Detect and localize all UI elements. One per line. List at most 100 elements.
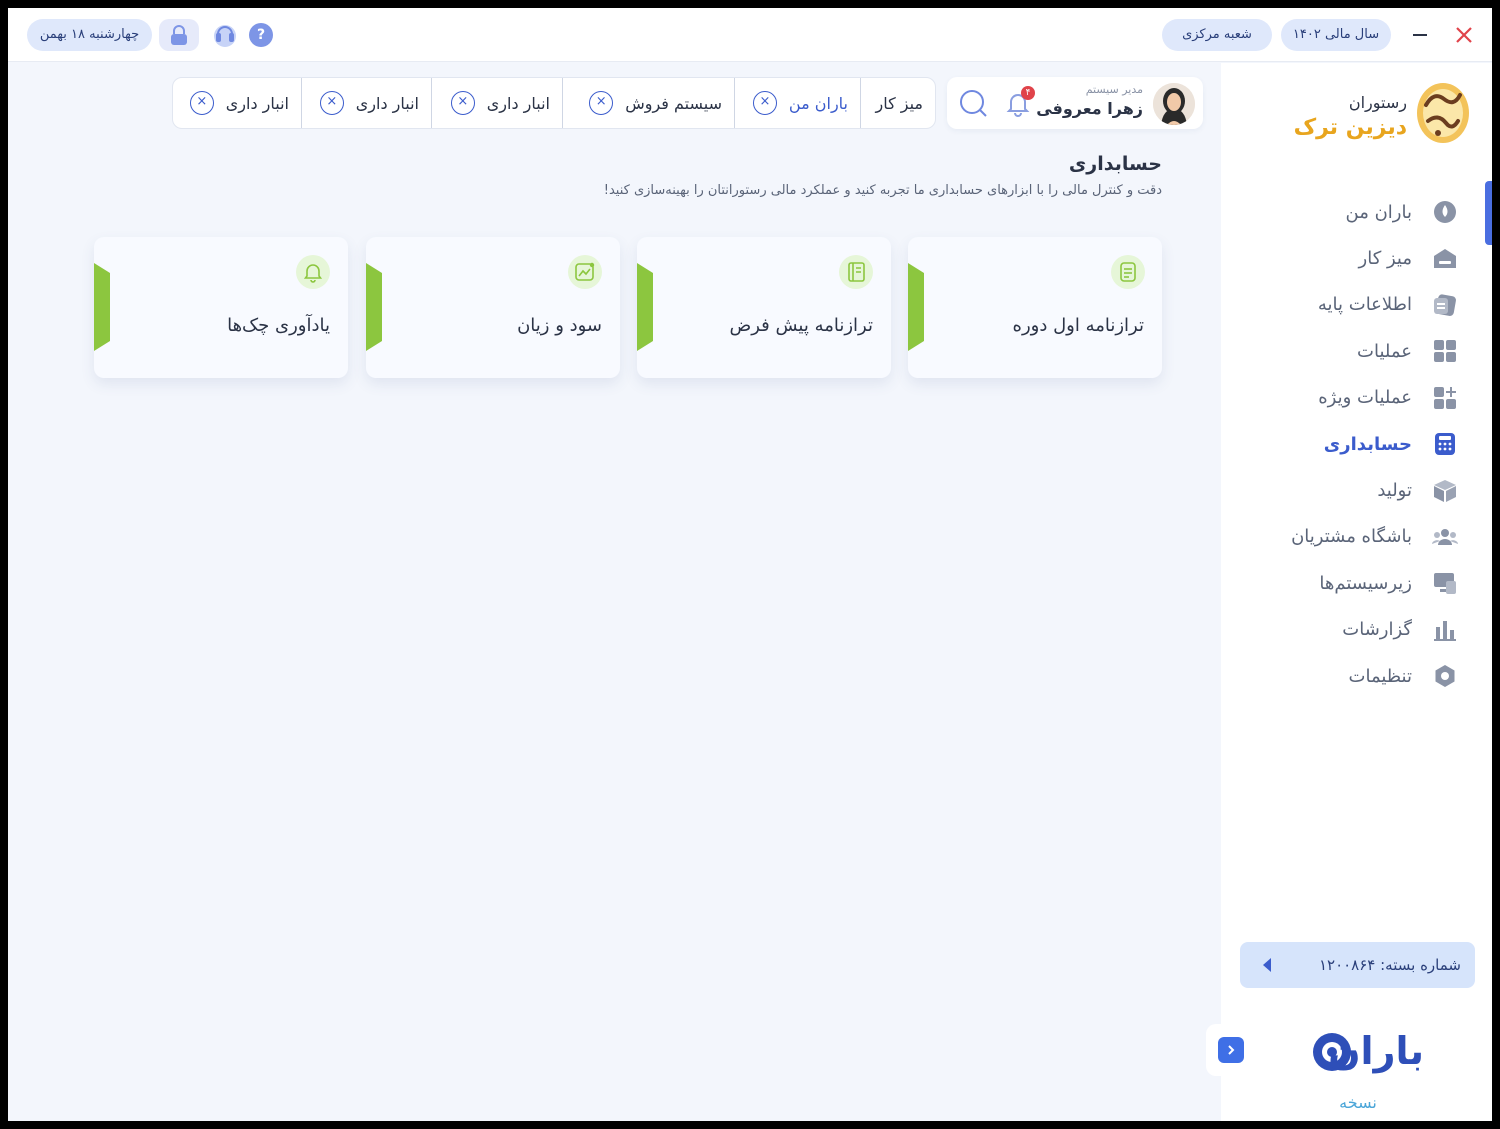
tab-close-icon[interactable]: × xyxy=(752,91,777,115)
chart-icon xyxy=(1434,620,1456,641)
sidebar-item-label: گزارشات xyxy=(1342,619,1412,641)
grid-plus-icon xyxy=(1434,386,1456,409)
open-tabs: میز کار باران من × سیستم فروش × انبار دا… xyxy=(172,77,936,129)
tab-label: باران من xyxy=(788,93,848,113)
sidebar-item-label: اطلاعات پایه xyxy=(1317,294,1412,316)
card-label: یادآوری چک‌ها xyxy=(227,315,330,336)
baran-logo-text: باران xyxy=(1328,1029,1424,1073)
sidebar-item-accounting[interactable]: حسابداری xyxy=(1221,421,1492,467)
sidebar-item-settings[interactable]: تنظیمات xyxy=(1221,653,1492,699)
brand-line1: رستوران xyxy=(1348,93,1407,112)
card-accent-strip xyxy=(94,263,110,351)
lock-button[interactable] xyxy=(159,19,199,51)
search-button[interactable] xyxy=(957,87,989,119)
tab-warehouse-3[interactable]: انبار داری × xyxy=(173,78,301,128)
card-profit-loss[interactable]: سود و زیان xyxy=(366,237,620,378)
sidebar-item-subsystems[interactable]: زیرسیستم‌ها xyxy=(1221,560,1492,606)
card-label: ترازنامه اول دوره xyxy=(1012,315,1144,336)
sidebar-item-label: تنظیمات xyxy=(1348,665,1412,687)
sidebar: رستوران دیزین ترک باران من میز کار اطلاع… xyxy=(1221,63,1492,1121)
sidebar-collapse-button[interactable] xyxy=(1206,1024,1256,1076)
page-description: دقت و کنترل مالی را با ابزارهای حسابداری… xyxy=(603,183,1162,198)
help-glyph: ? xyxy=(256,27,266,43)
card-label: سود و زیان xyxy=(517,315,602,336)
card-accent-strip xyxy=(366,263,382,351)
date-badge: چهارشنبه ۱۸ بهمن xyxy=(27,19,152,51)
tab-label: انبار داری xyxy=(225,93,289,113)
chevron-right-icon xyxy=(1228,1045,1235,1055)
close-icon xyxy=(1456,27,1472,43)
package-number-bar[interactable]: شماره بسته: ۱۲۰۰۸۶۴ xyxy=(1240,942,1475,988)
card-accent-strip xyxy=(908,263,924,351)
headset-icon xyxy=(214,25,236,47)
sidebar-item-label: میز کار xyxy=(1358,248,1412,270)
tab-close-icon[interactable]: × xyxy=(189,91,214,115)
tab-label: انبار داری xyxy=(486,93,550,113)
users-icon xyxy=(1432,528,1458,545)
tab-baran[interactable]: باران من × xyxy=(734,78,860,128)
restaurant-logo-icon xyxy=(1417,83,1469,143)
sidebar-item-baran[interactable]: باران من xyxy=(1221,189,1492,235)
database-icon xyxy=(1434,294,1456,316)
card-label: ترازنامه پیش فرض xyxy=(729,315,873,336)
user-role: مدیر سیستم xyxy=(1085,83,1143,96)
tab-warehouse-2[interactable]: انبار داری × xyxy=(301,78,431,128)
tab-close-icon[interactable]: × xyxy=(450,91,475,115)
sidebar-item-base-info[interactable]: اطلاعات پایه xyxy=(1221,282,1492,328)
user-avatar-icon xyxy=(1153,83,1195,125)
package-number-label: شماره بسته: ۱۲۰۰۸۶۴ xyxy=(1318,956,1461,974)
tab-sales-system[interactable]: سیستم فروش × xyxy=(562,78,734,128)
minimize-button[interactable] xyxy=(1407,22,1433,48)
branch-badge[interactable]: شعبه مرکزی xyxy=(1162,19,1272,51)
tab-close-icon[interactable]: × xyxy=(319,91,344,115)
brand-line2: دیزین ترک xyxy=(1293,115,1407,140)
settings-icon xyxy=(1435,665,1455,688)
sidebar-nav: باران من میز کار اطلاعات پایه عملیات عمل… xyxy=(1221,189,1492,699)
search-icon xyxy=(960,90,987,117)
subsystem-icon xyxy=(1434,573,1456,595)
notifications-button[interactable]: ۴ xyxy=(1003,86,1035,119)
support-button[interactable] xyxy=(211,22,237,48)
card-default-balance[interactable]: ترازنامه پیش فرض xyxy=(637,237,891,378)
sidebar-item-label: عملیات xyxy=(1357,340,1412,362)
trend-icon xyxy=(575,262,595,281)
sidebar-item-label: زیرسیستم‌ها xyxy=(1319,572,1412,594)
top-bar: چهارشنبه ۱۸ بهمن ? شعبه مرکزی سال مالی ۱… xyxy=(8,8,1492,62)
sidebar-item-desk[interactable]: میز کار xyxy=(1221,235,1492,281)
sidebar-item-production[interactable]: تولید xyxy=(1221,467,1492,513)
tab-desk[interactable]: میز کار xyxy=(860,78,935,128)
avatar[interactable] xyxy=(1153,83,1195,125)
version-label: نسخه xyxy=(1339,1093,1377,1112)
fiscal-year-badge[interactable]: سال مالی ۱۴۰۲ xyxy=(1281,19,1391,51)
close-button[interactable] xyxy=(1451,22,1477,48)
tab-warehouse-1[interactable]: انبار داری × xyxy=(431,78,562,128)
box-icon xyxy=(1434,479,1456,502)
sidebar-item-label: تولید xyxy=(1377,480,1412,502)
tab-close-icon[interactable]: × xyxy=(589,91,614,115)
document-icon xyxy=(1120,262,1136,282)
notification-badge: ۴ xyxy=(1021,86,1035,100)
minimize-icon xyxy=(1413,34,1427,36)
card-accent-strip xyxy=(637,263,653,351)
calculator-icon xyxy=(1435,433,1455,456)
notebook-icon xyxy=(848,262,865,282)
sidebar-item-reports[interactable]: گزارشات xyxy=(1221,607,1492,653)
help-button[interactable]: ? xyxy=(248,22,274,48)
sidebar-item-operations[interactable]: عملیات xyxy=(1221,328,1492,374)
card-check-reminders[interactable]: یادآوری چک‌ها xyxy=(94,237,348,378)
sidebar-item-customer-club[interactable]: باشگاه مشتریان xyxy=(1221,514,1492,560)
app-window: چهارشنبه ۱۸ بهمن ? شعبه مرکزی سال مالی ۱… xyxy=(8,8,1492,1121)
bell-icon xyxy=(303,264,323,283)
caret-left-icon xyxy=(1263,958,1271,972)
user-card: مدیر سیستم زهرا معروفی ۴ xyxy=(947,77,1203,129)
tab-label: سیستم فروش xyxy=(625,93,722,113)
sidebar-item-label: باران من xyxy=(1345,201,1412,223)
tab-label: انبار داری xyxy=(355,93,419,113)
grid-icon xyxy=(1434,340,1456,363)
page-title: حسابداری xyxy=(1068,153,1162,175)
sidebar-item-label: عملیات ویژه xyxy=(1318,387,1412,409)
sidebar-item-special-operations[interactable]: عملیات ویژه xyxy=(1221,375,1492,421)
card-opening-balance[interactable]: ترازنامه اول دوره xyxy=(908,237,1162,378)
sidebar-item-label: باشگاه مشتریان xyxy=(1291,526,1412,548)
sidebar-item-label: حسابداری xyxy=(1323,433,1412,455)
